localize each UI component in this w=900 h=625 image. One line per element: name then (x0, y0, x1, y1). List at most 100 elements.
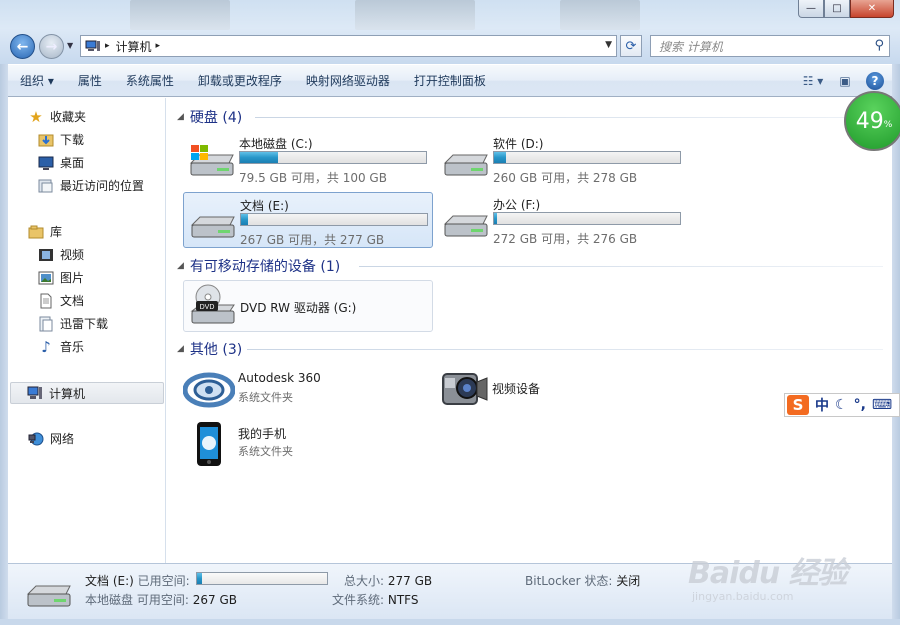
dvd-badge-text: DVD (200, 304, 215, 311)
sidebar-item-label: 下载 (60, 133, 85, 147)
half-width-moon-icon[interactable]: ☾ (835, 397, 848, 413)
item-type: 系统文件夹 (238, 445, 293, 458)
aero-glass-blur (560, 0, 640, 30)
sidebar-item-network[interactable]: 网络 (28, 430, 74, 447)
back-button[interactable]: ← (10, 34, 35, 59)
sidebar-item-label: 桌面 (60, 156, 85, 170)
command-toolbar: 组织 ▾ 属性 系统属性 卸载或更改程序 映射网络驱动器 打开控制面板 ☷ ▾ … (8, 64, 892, 97)
search-input[interactable]: 搜索 计算机 ⚲ (650, 35, 890, 57)
details-free-label: 可用空间: (136, 593, 189, 607)
drive-c[interactable]: 本地磁盘 (C:) 79.5 GB 可用，共 100 GB (183, 131, 433, 187)
open-control-panel-button[interactable]: 打开控制面板 (402, 72, 498, 89)
drive-free-space: 79.5 GB 可用，共 100 GB (239, 171, 387, 185)
minimize-button[interactable]: — (798, 0, 824, 18)
item-video-device[interactable]: 视频设备 (437, 368, 687, 412)
aero-glass-blur (355, 0, 475, 30)
sidebar-item-xunlei[interactable]: 迅雷下载 (38, 315, 108, 332)
close-button[interactable]: ✕ (850, 0, 894, 18)
details-used-label: 已用空间: (137, 574, 190, 588)
recent-pages-dropdown[interactable]: ▼ (67, 41, 73, 50)
drive-usage-bar (239, 151, 427, 164)
maximize-button[interactable]: □ (824, 0, 850, 18)
drive-usage-fill (494, 152, 507, 163)
sidebar-item-libraries[interactable]: 库 (28, 223, 62, 240)
search-icon[interactable]: ⚲ (874, 38, 884, 53)
group-divider (359, 266, 883, 267)
group-header-removable[interactable]: ◢ 有可移动存储的设备 (1) (177, 256, 340, 276)
sidebar-item-computer[interactable]: 计算机 (10, 382, 164, 404)
sidebar-item-desktop[interactable]: 桌面 (38, 154, 84, 171)
properties-button[interactable]: 属性 (66, 72, 114, 89)
collapse-triangle-icon[interactable]: ◢ (177, 261, 184, 271)
group-title: 其他 (3) (189, 342, 243, 358)
sidebar-item-label: 音乐 (60, 340, 85, 354)
organize-menu[interactable]: 组织 ▾ (8, 72, 66, 89)
address-dropdown-icon[interactable]: ▼ (605, 40, 612, 50)
drive-name: 本地磁盘 (C:) (239, 137, 313, 151)
item-name: 视频设备 (492, 382, 541, 396)
uninstall-program-button[interactable]: 卸载或更改程序 (186, 72, 294, 89)
details-drive-title: 文档 (E:) 已用空间: (85, 572, 190, 589)
breadcrumb-separator[interactable]: ▸ (156, 41, 161, 51)
details-title-text: 文档 (E:) (85, 574, 134, 588)
collapse-triangle-icon[interactable]: ◢ (177, 344, 184, 354)
details-bitlocker-label: BitLocker 状态: (525, 574, 613, 588)
map-network-drive-button[interactable]: 映射网络驱动器 (294, 72, 402, 89)
punctuation-toggle[interactable]: °, (854, 397, 866, 413)
sidebar-item-music[interactable]: ♪ 音乐 (38, 338, 85, 356)
view-options-icon[interactable]: ☷ ▾ (802, 71, 824, 91)
forward-button[interactable]: → (39, 34, 64, 59)
details-type-text: 本地磁盘 (85, 593, 134, 607)
sidebar-item-label: 库 (50, 225, 63, 239)
drive-f[interactable]: 办公 (F:) 272 GB 可用，共 276 GB (437, 192, 687, 248)
drive-e[interactable]: 文档 (E:) 267 GB 可用，共 277 GB (183, 192, 433, 248)
drive-usage-fill (494, 213, 497, 224)
drive-d[interactable]: 软件 (D:) 260 GB 可用，共 278 GB (437, 131, 687, 187)
breadcrumb-computer[interactable]: 计算机 (116, 38, 152, 55)
sidebar-item-videos[interactable]: 视频 (38, 246, 84, 263)
item-autodesk-360[interactable]: Autodesk 360 系统文件夹 (183, 368, 433, 412)
details-usage-bar (196, 572, 328, 585)
hard-drive-icon (443, 154, 488, 176)
video-camera-icon (442, 373, 488, 405)
drive-usage-bar (493, 212, 681, 225)
autodesk-360-icon (183, 372, 235, 408)
collapse-triangle-icon[interactable]: ◢ (177, 112, 184, 122)
sidebar-item-documents[interactable]: 文档 (38, 292, 84, 309)
details-total-size: 总大小: 277 GB (344, 572, 432, 589)
sidebar-item-label: 图片 (60, 271, 85, 285)
address-bar[interactable]: ▸ 计算机 ▸ ▼ (80, 35, 617, 57)
details-drive-type: 本地磁盘 可用空间: 267 GB (85, 591, 237, 608)
preview-pane-icon[interactable]: ▣ (834, 71, 856, 91)
details-bitlocker-value: 关闭 (616, 574, 641, 588)
sidebar-item-downloads[interactable]: 下载 (38, 131, 84, 148)
refresh-button[interactable]: ⟳ (620, 35, 642, 57)
keyboard-icon[interactable]: ⌨ (872, 397, 892, 413)
dvd-drive-g[interactable]: DVD DVD RW 驱动器 (G:) (183, 280, 433, 332)
sidebar-item-pictures[interactable]: 图片 (38, 269, 84, 286)
help-icon[interactable]: ? (866, 72, 884, 90)
sogou-logo-icon[interactable]: S (787, 395, 809, 415)
ime-language-toggle[interactable]: 中 (815, 395, 829, 415)
sidebar-item-favorites[interactable]: ★ 收藏夹 (28, 108, 87, 126)
breadcrumb-separator[interactable]: ▸ (105, 41, 110, 51)
mobile-phone-icon (197, 422, 221, 466)
group-header-other[interactable]: ◢ 其他 (3) (177, 339, 242, 359)
window-controls: — □ ✕ (798, 0, 894, 18)
speed-ball-widget[interactable]: 49% (844, 91, 900, 151)
group-header-hard-disks[interactable]: ◢ 硬盘 (4) (177, 107, 242, 127)
group-divider (255, 117, 883, 118)
system-properties-button[interactable]: 系统属性 (114, 72, 186, 89)
item-my-phone[interactable]: 我的手机 系统文件夹 (183, 422, 433, 466)
download-folder-icon (38, 132, 54, 148)
sidebar-item-label: 收藏夹 (50, 110, 87, 124)
group-title: 硬盘 (4) (189, 110, 243, 126)
hard-drive-icon (443, 215, 488, 237)
desktop-icon (38, 155, 54, 171)
speed-ball-unit: % (883, 120, 893, 130)
details-file-system: 文件系统: NTFS (332, 591, 419, 608)
baidu-jingyan-watermark: Baidu 经验 jingyan.baidu.com (688, 548, 858, 608)
sidebar-item-recent-places[interactable]: 最近访问的位置 (38, 177, 144, 194)
sidebar-item-label: 网络 (50, 432, 75, 446)
group-divider (247, 349, 883, 350)
